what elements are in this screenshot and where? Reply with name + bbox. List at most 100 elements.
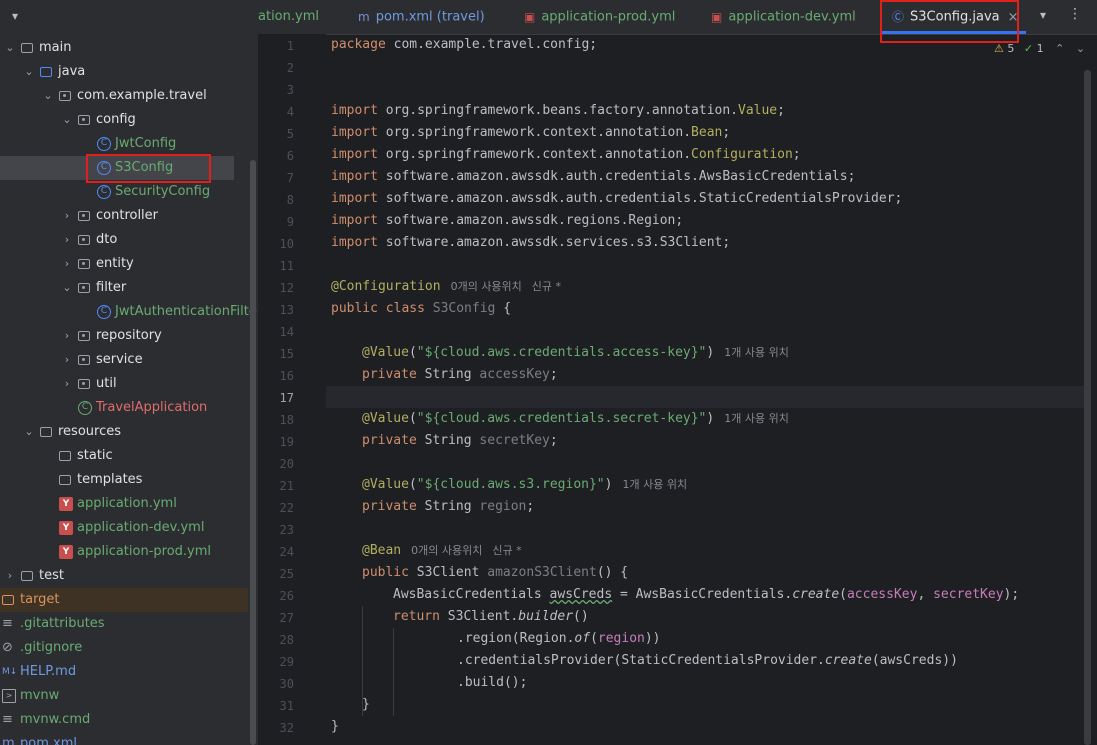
tree-item[interactable]: › test — [0, 564, 248, 588]
tree-item-label: application-dev.yml — [77, 520, 205, 535]
tree-item[interactable]: C TravelApplication — [0, 396, 248, 420]
maven-icon: m — [2, 736, 15, 745]
tree-item[interactable]: › dto — [0, 228, 248, 252]
chevron-right-icon[interactable]: › — [61, 252, 73, 276]
tree-item[interactable]: static — [0, 444, 248, 468]
chevron-down-icon[interactable]: ⌄ — [23, 60, 35, 84]
chevron-down-icon[interactable]: ⌄ — [61, 276, 73, 300]
tree-item[interactable]: › controller — [0, 204, 248, 228]
chevron-down-icon[interactable]: ⌄ — [4, 36, 16, 60]
chevron-up-icon[interactable]: ⌃ — [1055, 42, 1064, 55]
chevron-down-icon[interactable]: ⌄ — [1076, 42, 1085, 55]
line-number: 24 — [279, 545, 294, 559]
chevron-right-icon[interactable]: › — [61, 228, 73, 252]
tab-2[interactable]: ▣ application-prod.yml — [524, 0, 675, 34]
tree-item-label: .gitattributes — [20, 616, 105, 631]
chevron-right-icon[interactable]: › — [4, 564, 16, 588]
chevron-down-icon[interactable]: ⌄ — [42, 84, 54, 108]
tree-item[interactable]: ≡ mvnw.cmd — [0, 708, 248, 732]
maven-icon: m — [358, 10, 370, 24]
line-number: 14 — [279, 325, 294, 339]
code-line: import software.amazon.awssdk.auth.crede… — [331, 169, 856, 184]
tree-item-label: TravelApplication — [96, 400, 208, 415]
code-line: AwsBasicCredentials awsCreds = AwsBasicC… — [393, 587, 1020, 602]
code-editor[interactable]: package com.example.travel.config; impor… — [331, 34, 1083, 745]
project-tree-panel: ▾ ⌄ main ⌄ java ⌄ com.example.travel ⌄ config C J… — [0, 0, 258, 745]
tab-list-chevron-icon[interactable]: ▾ — [1040, 8, 1046, 22]
check-icon: ✓ — [1023, 42, 1034, 55]
tree-item-label: config — [96, 112, 136, 127]
tree-item-label: filter — [96, 280, 127, 295]
tree-item[interactable]: ≡ .gitattributes — [0, 612, 248, 636]
tree-item[interactable]: › repository — [0, 324, 248, 348]
code-line: @Configuration 0개의 사용위치 신규 * — [331, 279, 562, 294]
line-number: 20 — [279, 457, 294, 471]
chevron-down-icon[interactable]: ⌄ — [23, 420, 35, 444]
line-number: 13 — [279, 303, 294, 317]
tree-item[interactable]: › service — [0, 348, 248, 372]
tree-item[interactable]: Yapplication-dev.yml — [0, 516, 248, 540]
more-options-icon[interactable]: ⋮ — [1068, 6, 1082, 22]
tree-item[interactable]: Yapplication.yml — [0, 492, 248, 516]
code-line: public S3Client amazonS3Client() { — [362, 565, 629, 580]
tree-item[interactable]: templates — [0, 468, 248, 492]
line-number-gutter: 1 2 3 4 5 6 7 8 9 10 11 12 13 14 15 16 17 18 19 20 21 22 23 24 2… — [258, 34, 326, 745]
package-icon — [78, 235, 90, 245]
tree-item[interactable]: ⌄ filter — [0, 276, 248, 300]
line-number: 16 — [279, 369, 294, 383]
code-line: } — [331, 719, 339, 734]
line-number: 8 — [286, 193, 294, 207]
ignore-file-icon: ⊘ — [2, 640, 13, 655]
tree-item-label: JwtConfig — [115, 136, 177, 151]
code-line: import org.springframework.context.annot… — [331, 125, 731, 140]
chevron-right-icon[interactable]: › — [61, 348, 73, 372]
line-number: 25 — [279, 567, 294, 581]
tree-item[interactable]: ⊘ .gitignore — [0, 636, 248, 660]
line-number: 28 — [279, 633, 294, 647]
line-number: 29 — [279, 655, 294, 669]
line-number: 17 — [279, 391, 294, 405]
tree-item[interactable]: C JwtConfig — [0, 132, 248, 156]
tab-3[interactable]: ▣ application-dev.yml — [711, 0, 856, 34]
excluded-folder-icon — [2, 595, 14, 605]
tree-item-label: target — [20, 592, 60, 607]
tab-0[interactable]: ation.yml — [258, 0, 319, 34]
chevron-right-icon[interactable]: › — [61, 204, 73, 228]
tree-item[interactable]: ⌄ java — [0, 60, 248, 84]
chevron-down-icon[interactable]: ⌄ — [61, 108, 73, 132]
tree-item[interactable]: ⌄ main — [0, 36, 248, 60]
tree-item[interactable]: target — [0, 588, 248, 612]
warning-count: 5 — [1007, 42, 1015, 55]
tab-1[interactable]: m pom.xml (travel) — [358, 0, 485, 34]
tree-item[interactable]: Yapplication-prod.yml — [0, 540, 248, 564]
tree-item[interactable]: › util — [0, 372, 248, 396]
tree-item[interactable]: m pom.xml — [0, 732, 248, 745]
inspection-widget[interactable]: ⚠ 5 ✓ 1 ⌃ ⌄ — [994, 42, 1085, 55]
code-line: import software.amazon.awssdk.services.s… — [331, 235, 731, 250]
tree-item[interactable]: ⌄ com.example.travel — [0, 84, 248, 108]
yaml-file-icon: ▣ — [711, 10, 723, 24]
tree-item[interactable]: ⌄ config — [0, 108, 248, 132]
ok-count: 1 — [1036, 42, 1044, 55]
tree-scrollbar[interactable] — [250, 160, 256, 745]
tab-label: application-prod.yml — [541, 9, 676, 25]
tree-item[interactable]: › entity — [0, 252, 248, 276]
tree-item-label: main — [39, 40, 72, 55]
tree-item-label: repository — [96, 328, 162, 343]
line-number: 5 — [286, 127, 294, 141]
tree-item[interactable]: C SecurityConfig — [0, 180, 248, 204]
tree-item[interactable]: C JwtAuthenticationFilte — [0, 300, 257, 324]
tree-item[interactable]: M↓ HELP.md — [0, 660, 248, 684]
code-line: import software.amazon.awssdk.auth.crede… — [331, 191, 903, 206]
tree-item[interactable]: ⌄ resources — [0, 420, 248, 444]
line-number: 31 — [279, 699, 294, 713]
package-icon — [78, 331, 90, 341]
line-number: 3 — [286, 83, 294, 97]
package-icon — [78, 259, 90, 269]
package-icon — [78, 379, 90, 389]
chevron-right-icon[interactable]: › — [61, 372, 73, 396]
editor-scrollbar[interactable] — [1084, 70, 1091, 745]
chevron-down-icon[interactable]: ▾ — [12, 9, 18, 23]
tree-item[interactable]: > mvnw — [0, 684, 248, 708]
chevron-right-icon[interactable]: › — [61, 324, 73, 348]
